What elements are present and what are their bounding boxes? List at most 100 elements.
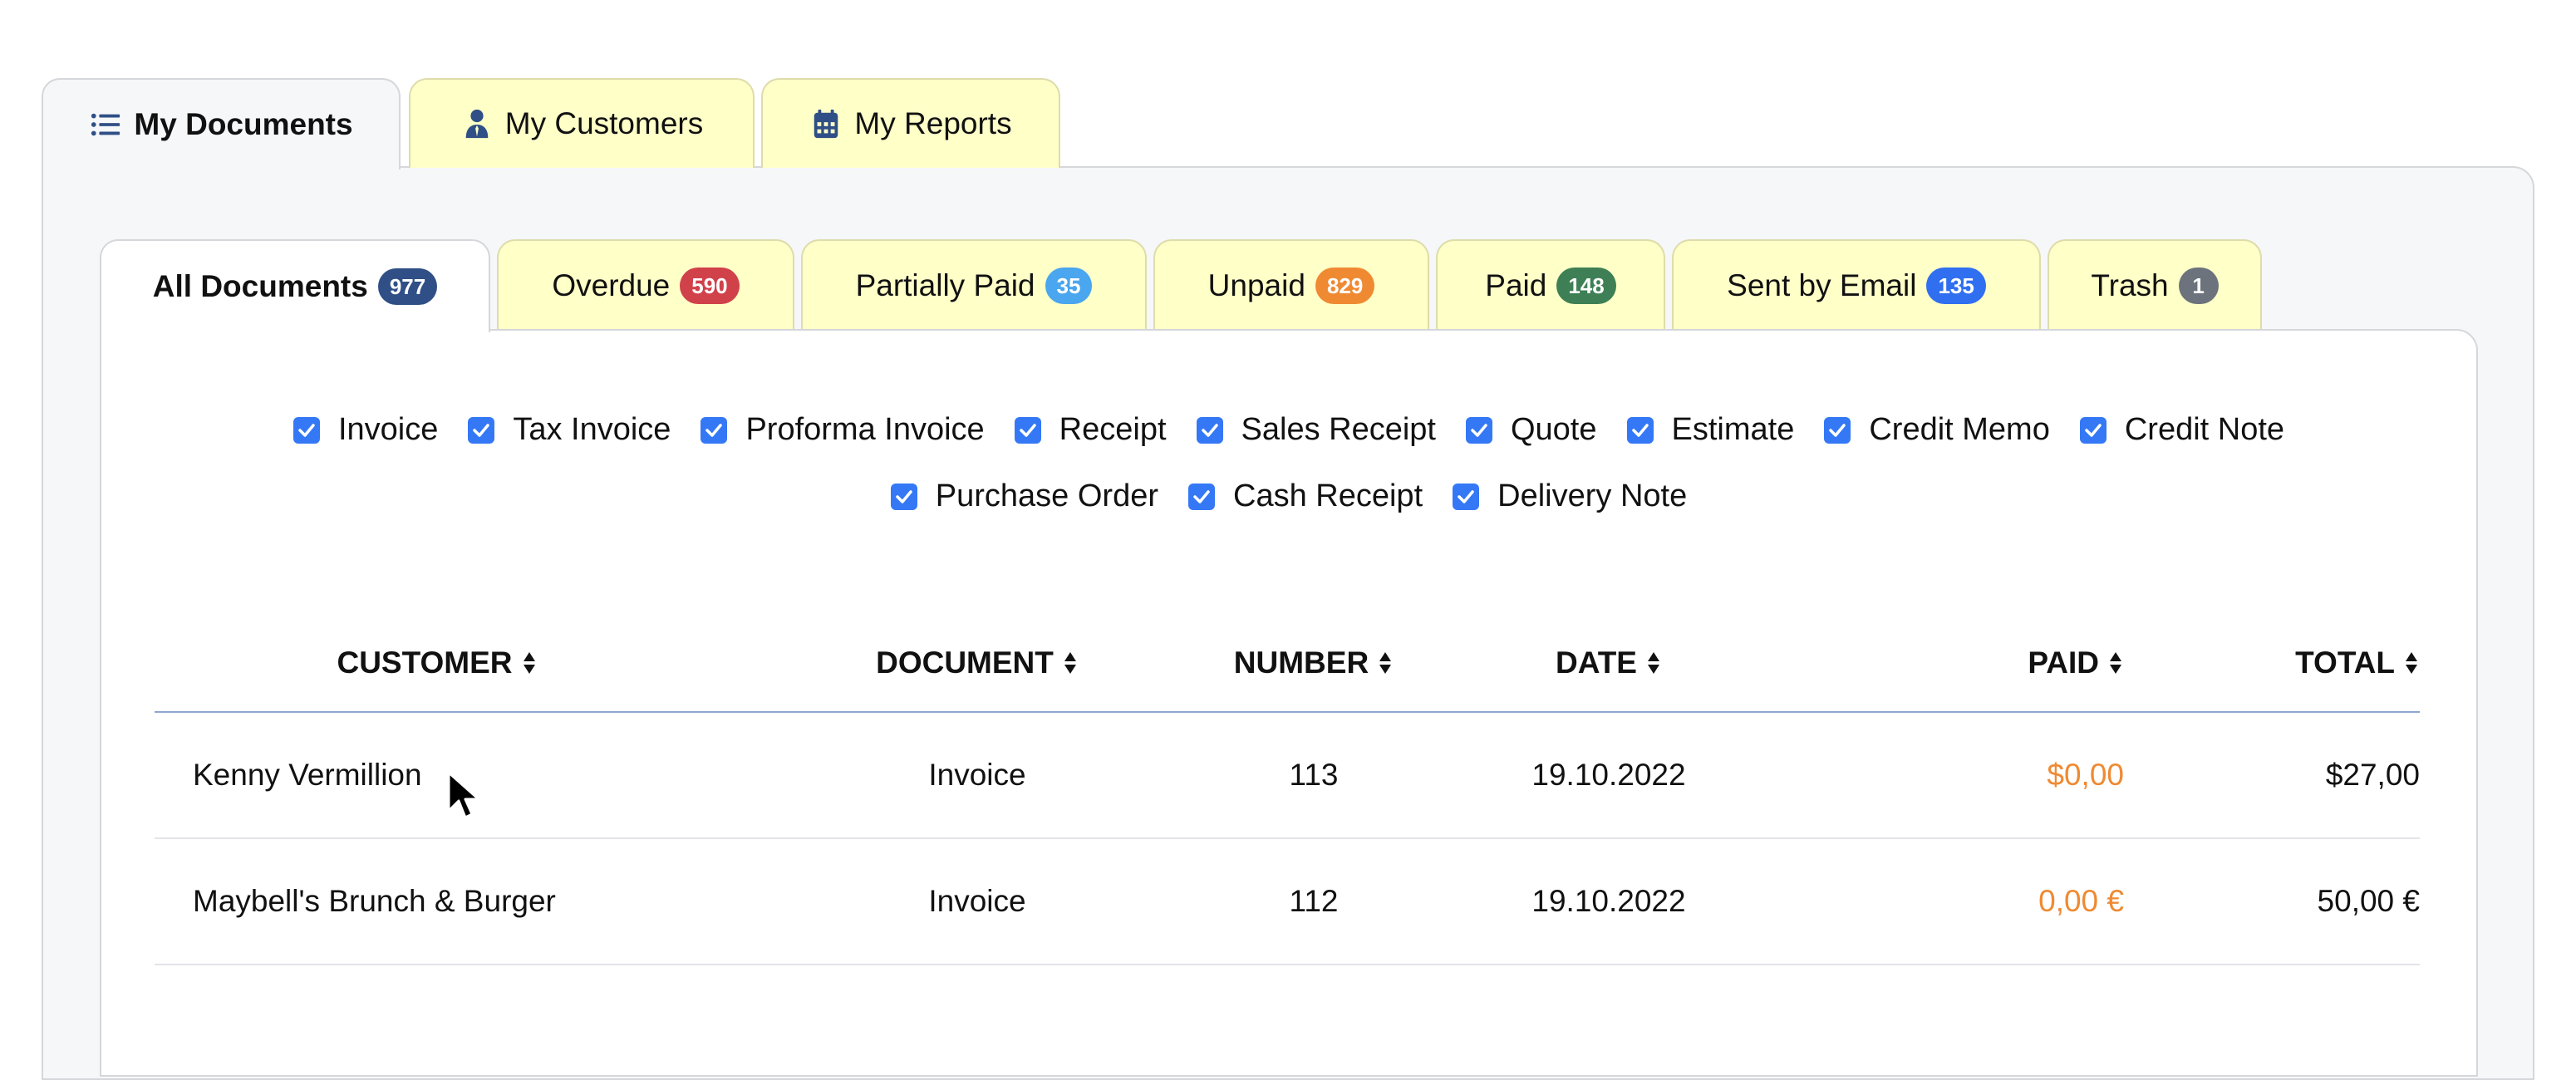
column-label: DATE <box>1556 646 1637 680</box>
tab-my-reports[interactable]: My Reports <box>761 78 1060 168</box>
column-header-total[interactable]: TOTAL <box>2124 646 2420 680</box>
filter-label: Estimate <box>1671 412 1795 447</box>
checkbox-checked-icon[interactable] <box>1626 416 1654 444</box>
filter-label: Credit Note <box>2124 412 2285 447</box>
tab-label: My Documents <box>134 107 353 141</box>
cell-paid: $0,00 <box>2047 758 2124 792</box>
filter-receipt[interactable]: Receipt <box>1014 412 1167 448</box>
cell-paid: 0,00 € <box>2038 884 2124 918</box>
column-label: CUSTOMER <box>337 646 513 680</box>
cell-number: 112 <box>1289 884 1339 918</box>
tab-label: All Documents <box>152 269 368 303</box>
column-label: DOCUMENT <box>876 646 1054 680</box>
tab-label: Partially Paid <box>855 268 1035 302</box>
tab-label: My Customers <box>504 106 704 140</box>
tab-all-documents[interactable]: All Documents 977 <box>100 239 490 332</box>
sort-icon <box>1379 652 1392 674</box>
tab-label: Unpaid <box>1207 268 1305 302</box>
checkbox-checked-icon[interactable] <box>293 416 320 444</box>
checkbox-checked-icon[interactable] <box>1188 483 1216 510</box>
column-label: PAID <box>2028 646 2099 680</box>
filter-tax-invoice[interactable]: Tax Invoice <box>468 412 671 448</box>
checkbox-checked-icon[interactable] <box>701 416 728 444</box>
filter-estimate[interactable]: Estimate <box>1626 412 1795 448</box>
tab-my-documents[interactable]: My Documents <box>42 78 401 169</box>
cell-total: $27,00 <box>2325 758 2420 792</box>
tab-paid[interactable]: Paid 148 <box>1436 239 1665 331</box>
filter-label: Tax Invoice <box>513 412 671 447</box>
filter-label: Sales Receipt <box>1241 412 1436 447</box>
filter-proforma-invoice[interactable]: Proforma Invoice <box>701 412 985 448</box>
cell-document: Invoice <box>928 758 1026 792</box>
column-label: NUMBER <box>1233 646 1369 680</box>
tab-label: Paid <box>1485 268 1547 302</box>
filter-delivery-note[interactable]: Delivery Note <box>1453 479 1687 514</box>
filter-invoice[interactable]: Invoice <box>293 412 438 448</box>
cell-date: 19.10.2022 <box>1531 758 1686 792</box>
table-row[interactable]: Maybell's Brunch & Burger Invoice 112 19… <box>155 839 2420 965</box>
checkbox-checked-icon[interactable] <box>1465 416 1492 444</box>
mouse-cursor-icon <box>447 771 480 819</box>
table-row[interactable]: Kenny Vermillion Invoice 113 19.10.2022 … <box>155 713 2420 839</box>
checkbox-checked-icon[interactable] <box>468 416 495 444</box>
tab-label: My Reports <box>854 106 1012 140</box>
cell-customer[interactable]: Maybell's Brunch & Burger <box>155 884 786 919</box>
tab-label: Overdue <box>552 268 671 302</box>
checkbox-checked-icon[interactable] <box>1824 416 1851 444</box>
cell-number: 113 <box>1289 758 1339 792</box>
filter-credit-note[interactable]: Credit Note <box>2079 412 2285 448</box>
filter-credit-memo[interactable]: Credit Memo <box>1824 412 2050 448</box>
user-tie-icon <box>460 107 494 140</box>
count-badge: 590 <box>680 268 740 304</box>
checkbox-checked-icon[interactable] <box>890 483 917 510</box>
filter-label: Delivery Note <box>1497 479 1688 513</box>
column-header-document[interactable]: DOCUMENT <box>786 646 1168 680</box>
tab-partially-paid[interactable]: Partially Paid 35 <box>801 239 1147 331</box>
column-header-date[interactable]: DATE <box>1459 646 1758 680</box>
count-badge: 135 <box>1926 268 1986 304</box>
tab-overdue[interactable]: Overdue 590 <box>497 239 794 331</box>
count-badge: 977 <box>377 268 438 305</box>
filter-label: Cash Receipt <box>1233 479 1423 513</box>
filter-purchase-order[interactable]: Purchase Order <box>890 479 1159 514</box>
filter-cash-receipt[interactable]: Cash Receipt <box>1188 479 1423 514</box>
tab-sent-by-email[interactable]: Sent by Email 135 <box>1672 239 2041 331</box>
checkbox-checked-icon[interactable] <box>1014 416 1041 444</box>
column-header-number[interactable]: NUMBER <box>1168 646 1459 680</box>
column-label: TOTAL <box>2295 646 2395 680</box>
tab-label: Sent by Email <box>1727 268 1917 302</box>
count-badge: 829 <box>1315 268 1375 304</box>
tab-trash[interactable]: Trash 1 <box>2048 239 2262 331</box>
sort-icon <box>1647 652 1659 674</box>
cell-date: 19.10.2022 <box>1531 884 1686 918</box>
filter-row: Purchase Order Cash Receipt Delivery Not… <box>100 479 2478 514</box>
filter-label: Purchase Order <box>935 479 1159 513</box>
table-header: CUSTOMER DOCUMENT NUMBER DATE PAID TOTAL <box>155 615 2420 713</box>
filter-label: Invoice <box>337 412 439 447</box>
filter-sales-receipt[interactable]: Sales Receipt <box>1196 412 1436 448</box>
filter-label: Receipt <box>1059 412 1167 447</box>
column-header-paid[interactable]: PAID <box>1758 646 2124 680</box>
checkbox-checked-icon[interactable] <box>2079 416 2107 444</box>
list-icon <box>89 108 122 141</box>
count-badge: 1 <box>2178 268 2219 304</box>
count-badge: 148 <box>1556 268 1616 304</box>
count-badge: 35 <box>1045 268 1093 304</box>
sort-icon <box>1064 652 1076 674</box>
filter-row: Invoice Tax Invoice Proforma Invoice Rec… <box>100 412 2478 448</box>
filter-label: Quote <box>1510 412 1597 447</box>
cell-document: Invoice <box>928 884 1026 918</box>
checkbox-checked-icon[interactable] <box>1453 483 1480 510</box>
filter-quote[interactable]: Quote <box>1465 412 1597 448</box>
sort-icon <box>2110 652 2121 674</box>
checkbox-checked-icon[interactable] <box>1196 416 1223 444</box>
filter-label: Proforma Invoice <box>745 412 985 447</box>
tab-label: Trash <box>2091 268 2169 302</box>
tab-my-customers[interactable]: My Customers <box>409 78 755 168</box>
column-header-customer[interactable]: CUSTOMER <box>155 646 786 680</box>
cell-total: 50,00 € <box>2317 884 2420 918</box>
tab-unpaid[interactable]: Unpaid 829 <box>1153 239 1429 331</box>
calendar-icon <box>809 107 843 140</box>
sort-icon <box>523 652 535 674</box>
filter-label: Credit Memo <box>1869 412 2050 447</box>
